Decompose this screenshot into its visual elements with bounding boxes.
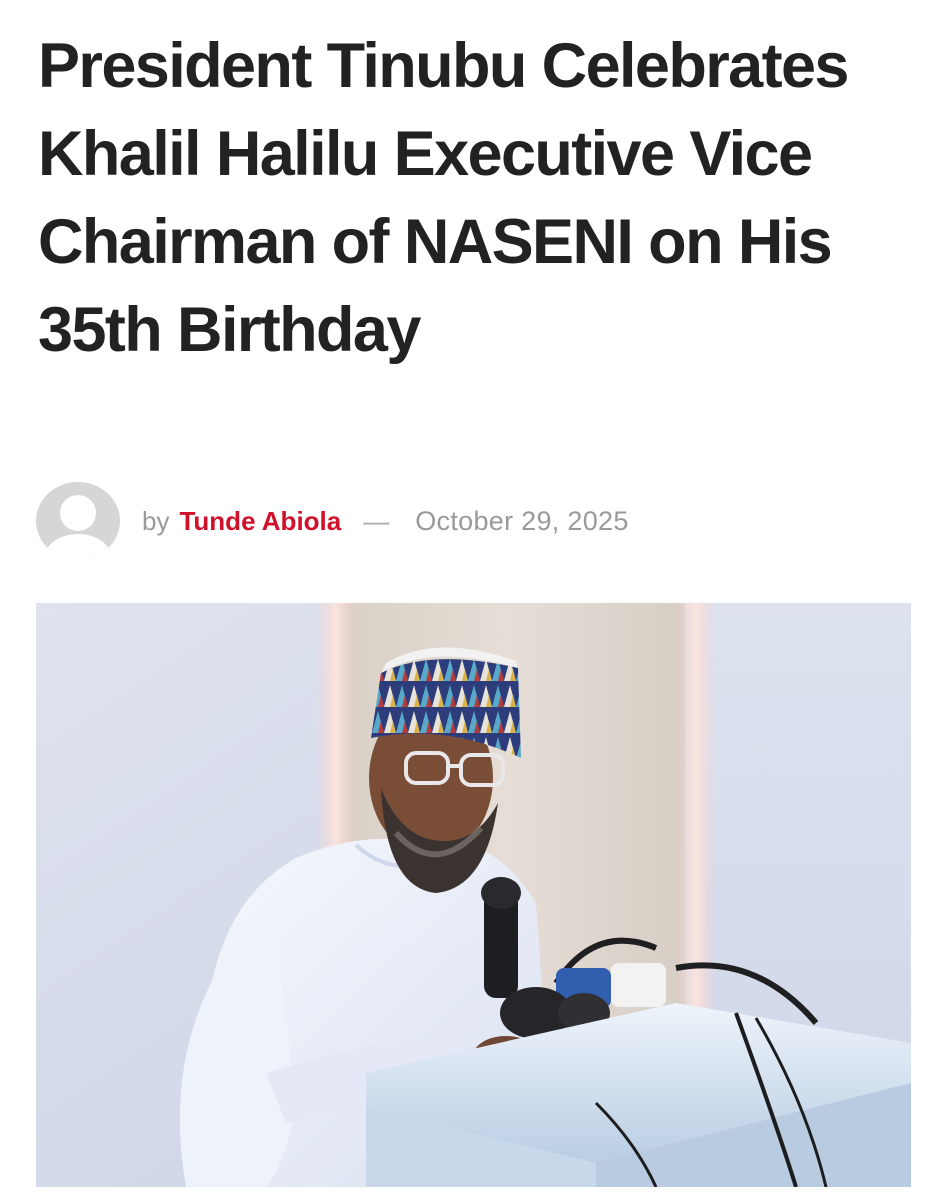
byline-prefix: by xyxy=(142,505,170,536)
article: President Tinubu Celebrates Khalil Halil… xyxy=(0,0,927,1199)
author-link[interactable]: Tunde Abiola xyxy=(179,506,341,537)
author-avatar[interactable] xyxy=(36,482,120,560)
article-title: President Tinubu Celebrates Khalil Halil… xyxy=(38,31,849,365)
article-meta: by Tunde Abiola — October 29, 2025 xyxy=(36,482,629,560)
publish-date: October 29, 2025 xyxy=(415,505,629,536)
byline-separator: — xyxy=(363,505,390,536)
featured-image xyxy=(36,603,911,1187)
